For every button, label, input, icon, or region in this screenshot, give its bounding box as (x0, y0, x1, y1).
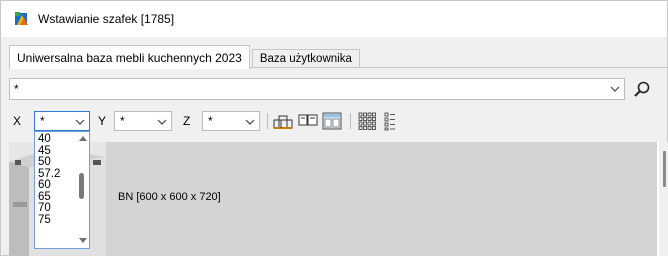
x-dropdown-scrollbar[interactable] (74, 132, 89, 248)
x-option[interactable]: 70 (38, 202, 51, 215)
x-dropdown-scroll-thumb[interactable] (79, 173, 84, 199)
items-scrollbar-thumb[interactable] (663, 151, 666, 187)
tab-user-base[interactable]: Baza użytkownika (251, 49, 360, 68)
z-combobox[interactable]: * (202, 111, 260, 131)
x-option[interactable]: 75 (38, 214, 51, 227)
tab-strip: Uniwersalna baza mebli kuchennych 2023 B… (9, 45, 360, 69)
toolbar-separator (267, 113, 268, 129)
insert-cabinet-icon (273, 115, 293, 129)
app-icon (14, 11, 30, 27)
dialog-window: Wstawianie szafek [1785] Uniwersalna baz… (0, 0, 668, 256)
scroll-down-icon[interactable] (79, 238, 87, 243)
z-label: Z (183, 114, 191, 128)
x-value: * (40, 114, 45, 128)
x-combobox[interactable]: * (34, 111, 90, 131)
item-label: BN [600 x 600 x 720] (118, 191, 221, 203)
grid-view-button[interactable] (356, 110, 378, 132)
chevron-down-icon (245, 119, 255, 125)
toolbar-separator (350, 113, 351, 129)
window-title: Wstawianie szafek [1785] (38, 12, 175, 26)
x-option[interactable]: 40 (38, 133, 51, 146)
tab-universal-kitchen-base[interactable]: Uniwersalna baza mebli kuchennych 2023 (9, 45, 250, 69)
chevron-down-icon (75, 119, 85, 125)
search-button[interactable] (632, 80, 652, 100)
double-view-button[interactable] (297, 110, 319, 132)
double-view-icon (298, 114, 318, 126)
y-value: * (120, 114, 125, 128)
z-value: * (208, 114, 213, 128)
filter-value: * (14, 82, 19, 96)
list-view-icon (384, 112, 395, 131)
y-combobox[interactable]: * (114, 111, 172, 131)
layout-view-icon (322, 112, 342, 130)
chevron-down-icon (157, 119, 167, 125)
layout-view-button[interactable] (321, 110, 343, 132)
x-option[interactable]: 60 (38, 179, 51, 192)
x-option[interactable]: 50 (38, 156, 51, 169)
filter-combobox[interactable]: * (9, 78, 625, 100)
grid-view-icon (358, 112, 376, 130)
x-label: X (13, 114, 22, 128)
title-bar: Wstawianie szafek [1785] (1, 1, 667, 37)
search-icon (634, 81, 650, 97)
insert-cabinet-button[interactable] (272, 110, 294, 132)
x-dropdown-list[interactable]: 40 45 50 57.2 60 65 70 75 (34, 131, 90, 249)
chevron-down-icon (610, 86, 620, 92)
y-label: Y (98, 114, 107, 128)
scroll-up-icon[interactable] (79, 136, 87, 141)
list-view-button[interactable] (382, 110, 404, 132)
